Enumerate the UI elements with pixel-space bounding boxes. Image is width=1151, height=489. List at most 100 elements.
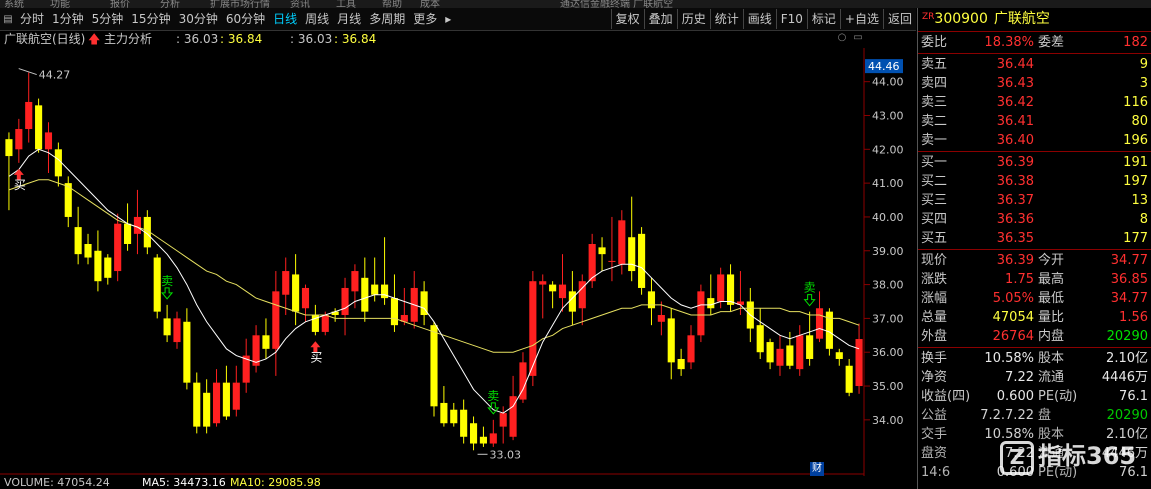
quote-l1: 外盘 xyxy=(921,329,948,344)
sell-arrow-icon xyxy=(487,402,500,415)
candle-body xyxy=(15,129,23,150)
period-tab[interactable]: 5分钟 xyxy=(88,9,128,29)
quote-row: 买二 36.38 197 xyxy=(918,172,1151,191)
period-tab[interactable]: 分时 xyxy=(16,9,48,29)
tool-button[interactable]: 复权 xyxy=(610,9,644,29)
finance-icon[interactable]: 财 xyxy=(810,462,824,476)
quote-l1: 交手 xyxy=(921,427,948,442)
candlestick-chart[interactable]: 44.00 43.00 42.00 41.00 40.00 39.00 38.00 37.00… xyxy=(0,48,916,476)
quote-v2: 197 xyxy=(1123,174,1148,189)
candle-body xyxy=(568,291,576,312)
candle-body xyxy=(677,358,685,370)
tool-button[interactable]: 标记 xyxy=(806,9,840,29)
quote-row: 卖二 36.41 80 xyxy=(918,112,1151,131)
quote-l2: 最高 xyxy=(1038,272,1065,287)
quote-l1: 买二 xyxy=(921,174,948,189)
top-menu-item[interactable]: 系统 xyxy=(4,0,24,8)
candle-body xyxy=(469,423,478,444)
period-tab[interactable]: 周线 xyxy=(301,9,333,29)
top-menu-item[interactable]: 成本 xyxy=(420,0,440,8)
quote-row: 收益(四) 0.600 PE(动) 76.1 xyxy=(918,387,1151,406)
candle-body xyxy=(35,105,43,150)
quote-l2: 盘 xyxy=(1038,408,1052,423)
price-stats: 现价 36.39 今开 34.77 涨跌 1.75 最高 36.85 涨幅 5.05% 最低 34.7… xyxy=(918,251,1151,346)
top-menu-item[interactable]: 通达信金融终端 广联航空 xyxy=(560,0,673,8)
quote-v2: 20290 xyxy=(1106,329,1148,344)
candle-body xyxy=(104,257,112,278)
tool-button[interactable]: 返回 xyxy=(882,9,916,29)
candle-body xyxy=(549,284,557,292)
period-tab[interactable]: 1分钟 xyxy=(48,9,88,29)
quote-v2: 9 xyxy=(1139,57,1148,72)
quote-l1: 公益 xyxy=(921,408,948,423)
quote-l1: 14:6 xyxy=(921,465,951,480)
candle-body xyxy=(282,271,290,295)
more-arrow-icon[interactable]: ▸ xyxy=(441,9,455,29)
quote-v1: 36.38 xyxy=(996,174,1034,189)
quote-v2: 34.77 xyxy=(1110,291,1148,306)
menu-icon[interactable]: ▤ xyxy=(0,9,16,29)
top-menu-item[interactable]: 分析 xyxy=(160,0,180,8)
y-tick-label: 42.00 xyxy=(872,143,904,156)
tool-button[interactable]: 统计 xyxy=(709,9,743,29)
buy-signal-label: 买 xyxy=(14,178,26,192)
quote-l2: 流通 xyxy=(1038,370,1065,385)
period-tab[interactable]: 更多 xyxy=(409,9,441,29)
quote-v1: 36.36 xyxy=(996,212,1034,227)
tool-button[interactable]: 画线 xyxy=(742,9,776,29)
minimize-icon[interactable]: ▭ xyxy=(852,32,864,44)
candle-body xyxy=(232,382,240,410)
top-menu-item[interactable]: 扩展市场行情 xyxy=(210,0,270,8)
quote-row: 涨跌 1.75 最高 36.85 xyxy=(918,270,1151,289)
sell-arrow-icon xyxy=(161,287,174,300)
top-menu-item[interactable]: 报价 xyxy=(110,0,130,8)
quote-v2: 20290 xyxy=(1106,408,1148,423)
indicator-name[interactable]: 主力分析 xyxy=(104,30,152,48)
candle-body xyxy=(430,325,438,407)
weibi-row: 委比 18.38% 委差 182 xyxy=(918,33,1151,52)
period-tab[interactable]: 60分钟 xyxy=(222,9,269,29)
collapse-icon[interactable]: ○ xyxy=(836,32,848,44)
candle-body xyxy=(74,227,82,255)
top-menu-item[interactable]: 工具 xyxy=(336,0,356,8)
quote-row: 卖三 36.42 116 xyxy=(918,93,1151,112)
sell-signal-label: 卖 xyxy=(804,281,816,295)
divider xyxy=(918,53,1151,54)
high-label: 44.27 xyxy=(39,69,71,82)
candle-body xyxy=(94,250,102,282)
tool-button[interactable]: 历史 xyxy=(676,9,710,29)
quote-row: 换手 10.58% 股本 2.10亿 xyxy=(918,349,1151,368)
volume-ma5: MA5: 34473.16 xyxy=(142,476,226,489)
top-menu-item[interactable]: 功能 xyxy=(50,0,70,8)
watermark-text: 指标365 xyxy=(1038,442,1137,470)
period-tab[interactable]: 30分钟 xyxy=(175,9,222,29)
fundamental-stats: 换手 10.58% 股本 2.10亿 净资 7.22 流通 4446万 收益(四) 0.600 PE… xyxy=(918,349,1151,406)
candle-body xyxy=(153,257,161,312)
sell-orders: 卖五 36.44 9 卖四 36.43 3 卖三 36.42 116 卖二 36.41 80 卖一 36.… xyxy=(918,55,1151,150)
candle-body xyxy=(124,223,132,244)
period-tab[interactable]: 日线 xyxy=(269,9,301,29)
quote-row: 涨幅 5.05% 最低 34.77 xyxy=(918,289,1151,308)
period-tab[interactable]: 月线 xyxy=(333,9,365,29)
candle-body xyxy=(855,339,863,387)
weicha-label: 委差 xyxy=(1038,35,1065,50)
quote-v1: 10.58% xyxy=(984,351,1034,366)
candle-body xyxy=(262,335,270,349)
candle-body xyxy=(845,365,853,393)
tool-button[interactable]: +自选 xyxy=(839,9,883,29)
tool-button[interactable]: 叠加 xyxy=(643,9,677,29)
top-menu-item[interactable]: 帮助 xyxy=(382,0,402,8)
quote-v2: 8 xyxy=(1139,212,1148,227)
quote-v1: 36.42 xyxy=(996,95,1034,110)
top-menu-item[interactable]: 资讯 xyxy=(290,0,310,8)
candle-body xyxy=(786,345,794,366)
stock-name: 广联航空 xyxy=(993,11,1050,27)
tool-button[interactable]: F10 xyxy=(775,9,807,29)
zr-badge: ZR xyxy=(922,12,935,22)
candle-body xyxy=(598,247,606,255)
period-tab[interactable]: 15分钟 xyxy=(127,9,174,29)
candle-body xyxy=(54,149,62,177)
divider xyxy=(918,31,1151,32)
period-tab[interactable]: 多周期 xyxy=(365,9,409,29)
top-menu-strip: 系统 功能 报价 分析 扩展市场行情 资讯 工具 帮助 成本 通达信金融终端 广联航空 xyxy=(0,0,1151,8)
